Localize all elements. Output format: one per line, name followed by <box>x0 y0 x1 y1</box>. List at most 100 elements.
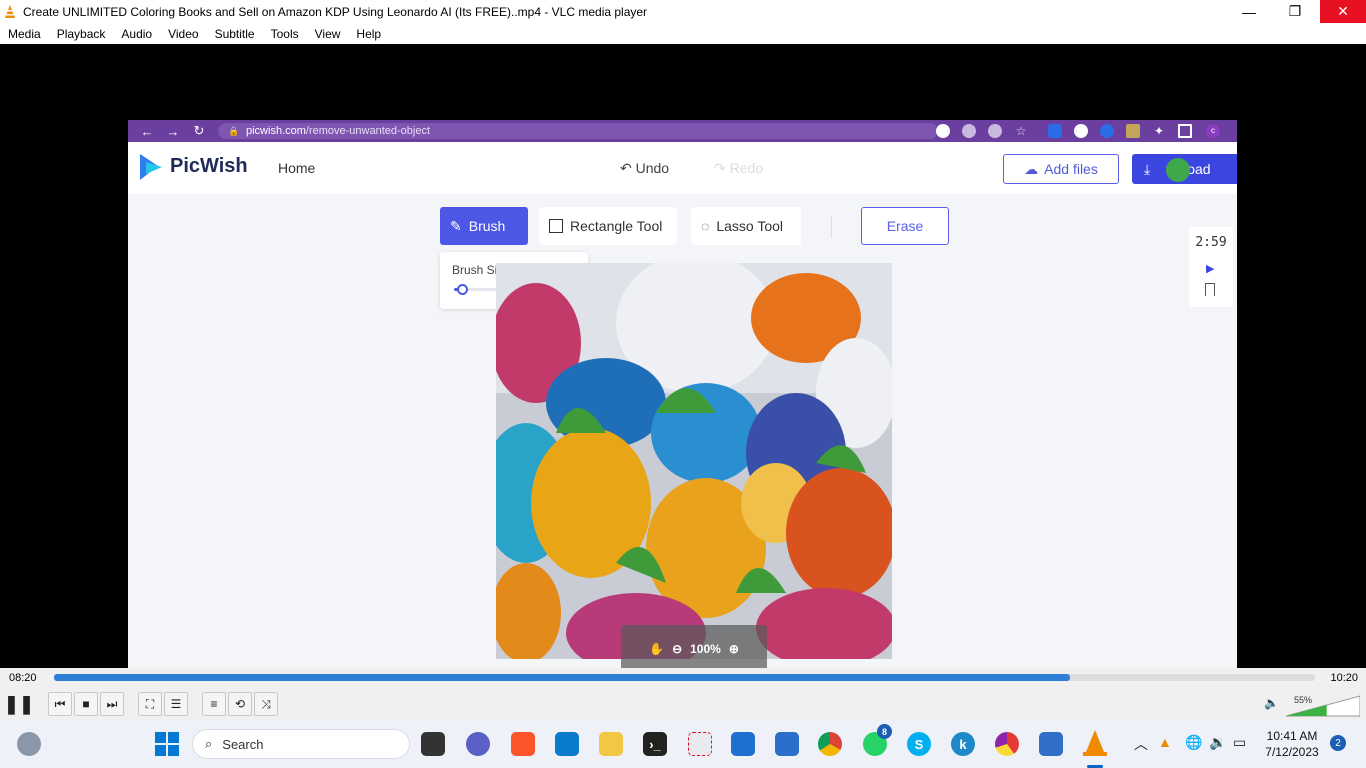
tray-overflow-icon[interactable]: ︿ <box>1134 734 1148 754</box>
widgets-icon[interactable] <box>17 732 41 756</box>
picwish-header: PicWish Home ↶ Undo ↷ Redo ☁ Add files ⤓… <box>128 142 1237 194</box>
sidepanel-icon <box>1178 124 1192 138</box>
menu-help[interactable]: Help <box>356 27 381 41</box>
player-controls: ❚❚ ⏮ ■ ⏭ ⛶ ☰ ≡ ⟲ ⤨ 🔈 55% <box>0 688 1366 720</box>
redo-icon: ↷ <box>714 160 726 176</box>
next-button[interactable]: ⏭ <box>100 692 124 716</box>
rectangle-icon <box>549 219 563 233</box>
redo-label: Redo <box>729 160 764 176</box>
side-widget-time: 2:59 <box>1195 235 1227 250</box>
undo-button: ↶ Undo <box>620 160 669 177</box>
previous-button[interactable]: ⏮ <box>48 692 72 716</box>
whatsapp-badge: 8 <box>877 724 892 739</box>
affinity-icon[interactable] <box>1039 732 1063 756</box>
zoom-in-icon: ⊕ <box>728 642 739 656</box>
add-files-button: ☁ Add files <box>1003 154 1119 184</box>
next-icon: ⏭ <box>106 696 118 711</box>
extended-settings-button[interactable]: ☰ <box>164 692 188 716</box>
coloring-illustration <box>496 263 892 659</box>
windows-taskbar: ⌕ Search ›_ 8 S k ︿ ▲ 🌐 🔉 ▭ 10:41 AM 7/1… <box>0 720 1366 768</box>
globe-icon[interactable]: 🌐 <box>1185 734 1202 751</box>
undo-label: Undo <box>635 160 670 176</box>
menu-video[interactable]: Video <box>168 27 198 41</box>
extension-icon <box>1100 124 1114 138</box>
volume-percent: 55% <box>1294 695 1313 705</box>
play-icon: ▶ <box>1206 263 1215 275</box>
vlc-tray-icon[interactable]: ▲ <box>1158 734 1172 750</box>
loop-icon: ⟲ <box>234 697 246 711</box>
rectangle-tool: Rectangle Tool <box>539 207 677 245</box>
pause-button[interactable]: ❚❚ <box>4 692 34 716</box>
url-path: /remove-unwanted-object <box>305 125 431 137</box>
volume-tray-icon[interactable]: 🔉 <box>1209 734 1226 751</box>
notepad-icon[interactable] <box>775 732 799 756</box>
shuffle-icon: ⤨ <box>261 696 271 711</box>
vlc-cone-icon <box>5 4 15 18</box>
minimize-button[interactable]: — <box>1226 0 1272 23</box>
skype-icon[interactable]: S <box>907 732 931 756</box>
prompt-icon: ›_ <box>649 736 661 752</box>
clock-time: 10:41 AM <box>1266 729 1318 743</box>
shuffle-button[interactable]: ⤨ <box>254 692 278 716</box>
profile-avatar: c <box>1206 124 1220 138</box>
vscode-icon[interactable] <box>555 732 579 756</box>
menu-tools[interactable]: Tools <box>271 27 299 41</box>
share-icon <box>988 124 1002 138</box>
redo-button: ↷ Redo <box>714 160 763 177</box>
taskbar-clock[interactable]: 10:41 AM 7/12/2023 <box>1262 728 1322 760</box>
puzzle-icon: ✦ <box>1153 124 1165 138</box>
window-title: Create UNLIMITED Coloring Books and Sell… <box>23 4 648 19</box>
brave-icon[interactable] <box>511 732 535 756</box>
loop-button[interactable]: ⟲ <box>228 692 252 716</box>
fullscreen-button[interactable]: ⛶ <box>138 692 162 716</box>
address-bar: 🔒 picwish.com/remove-unwanted-object <box>218 123 938 139</box>
video-area[interactable]: ← → ↻ 🔒 picwish.com/remove-unwanted-obje… <box>0 44 1366 678</box>
snipping-tool-icon[interactable] <box>688 732 712 756</box>
toolbar-divider <box>831 216 832 238</box>
undo-icon: ↶ <box>620 160 632 176</box>
chrome-icon[interactable] <box>818 732 842 756</box>
brush-tool: ✎ Brush <box>440 207 528 245</box>
video-side-widget: 2:59 ▶ <box>1189 227 1233 307</box>
eye-off-icon <box>962 124 976 138</box>
color-app-icon[interactable] <box>995 732 1019 756</box>
reload-icon: ↻ <box>193 123 205 138</box>
browser-toolbar: ← → ↻ 🔒 picwish.com/remove-unwanted-obje… <box>128 120 1237 142</box>
clock-date: 7/12/2023 <box>1265 745 1319 759</box>
search-label: Search <box>222 736 264 752</box>
fullscreen-icon: ⛶ <box>145 696 155 711</box>
start-icon[interactable] <box>155 732 179 756</box>
zoom-level: 100% <box>690 642 721 656</box>
restore-button[interactable]: ❐ <box>1272 0 1318 23</box>
battery-icon[interactable]: ▭ <box>1233 734 1246 751</box>
terminal-icon[interactable]: ›_ <box>643 732 667 756</box>
teams-icon[interactable] <box>466 732 490 756</box>
zoom-out-icon: ⊖ <box>672 642 683 656</box>
menu-view[interactable]: View <box>315 27 341 41</box>
seek-slider[interactable] <box>54 674 1315 681</box>
vlc-menu-bar: Media Playback Audio Video Subtitle Tool… <box>0 23 1366 44</box>
k-app-icon[interactable]: k <box>951 732 975 756</box>
taskbar-search[interactable]: ⌕ Search <box>192 729 410 759</box>
download-icon: ⤓ <box>1144 160 1151 177</box>
search-icon: ⌕ <box>205 736 213 751</box>
menu-subtitle[interactable]: Subtitle <box>215 27 255 41</box>
previous-icon: ⏮ <box>54 696 66 711</box>
lasso-icon: ◌ <box>701 218 710 234</box>
vlc-taskbar-icon[interactable] <box>1083 730 1107 756</box>
playlist-icon: ≡ <box>210 697 218 711</box>
close-button[interactable]: ✕ <box>1320 0 1366 23</box>
speaker-icon[interactable]: 🔈 <box>1264 696 1279 710</box>
store-icon[interactable] <box>731 732 755 756</box>
whatsapp-icon[interactable]: 8 <box>863 724 892 756</box>
menu-audio[interactable]: Audio <box>121 27 152 41</box>
picwish-logo-text: PicWish <box>170 155 248 177</box>
file-explorer-icon[interactable] <box>599 732 623 756</box>
task-view-icon[interactable] <box>421 732 445 756</box>
playlist-button[interactable]: ≡ <box>202 692 226 716</box>
menu-media[interactable]: Media <box>8 27 41 41</box>
elapsed-time: 08:20 <box>9 672 37 684</box>
stop-button[interactable]: ■ <box>74 692 98 716</box>
notification-badge[interactable]: 2 <box>1330 735 1346 751</box>
menu-playback[interactable]: Playback <box>57 27 106 41</box>
